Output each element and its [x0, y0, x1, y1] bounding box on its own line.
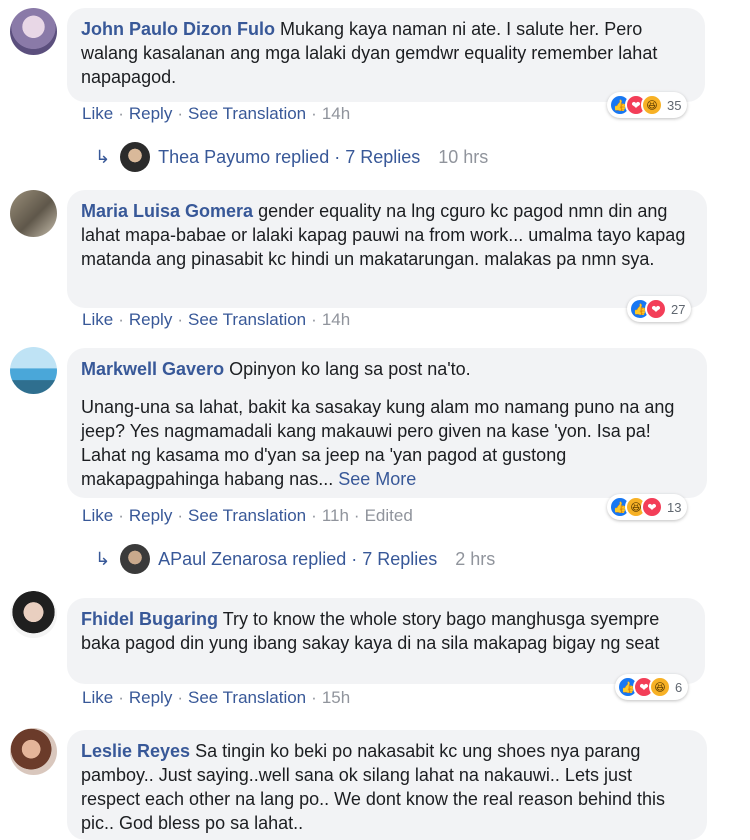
reply-count[interactable]: 7 Replies — [345, 147, 420, 168]
reaction-count: 27 — [671, 301, 686, 317]
comment-actions: Like · Reply · See Translation · 15h — [82, 688, 350, 708]
like-link[interactable]: Like — [82, 104, 113, 123]
reply-count[interactable]: 7 Replies — [362, 549, 437, 570]
timestamp[interactable]: 14h — [322, 104, 350, 123]
comment-author[interactable]: John Paulo Dizon Fulo — [81, 19, 275, 39]
timestamp[interactable]: 11h — [322, 506, 349, 525]
reply-link[interactable]: Reply — [129, 310, 172, 329]
avatar[interactable] — [10, 8, 57, 55]
reply-arrow-icon: ↳ — [95, 146, 111, 167]
reaction-summary[interactable]: 👍 ❤ 27 — [627, 296, 692, 322]
comment-bubble: John Paulo Dizon Fulo Mukang kaya naman … — [67, 8, 705, 102]
separator: · — [118, 310, 124, 329]
comment-bubble: Fhidel Bugaring Try to know the whole st… — [67, 598, 705, 684]
comment-author[interactable]: Maria Luisa Gomera — [81, 201, 253, 221]
see-translation-link[interactable]: See Translation — [188, 104, 306, 123]
love-icon: ❤ — [641, 496, 663, 518]
separator: · — [118, 506, 124, 525]
separator: · — [177, 104, 183, 123]
comment-first-line: Markwell Gavero Opinyon ko lang sa post … — [81, 357, 693, 381]
comment-bubble: Markwell Gavero Opinyon ko lang sa post … — [67, 348, 707, 498]
avatar[interactable] — [10, 347, 57, 394]
reply-link[interactable]: Reply — [129, 104, 172, 123]
comment-author[interactable]: Markwell Gavero — [81, 359, 224, 379]
separator: · — [311, 506, 317, 525]
separator: · — [353, 506, 360, 525]
haha-icon: 😆 — [649, 676, 671, 698]
avatar[interactable] — [10, 728, 57, 775]
comment-author[interactable]: Leslie Reyes — [81, 741, 190, 761]
separator: · — [311, 104, 317, 123]
see-more-link[interactable]: See More — [338, 469, 416, 489]
separator: · — [311, 310, 317, 329]
reply-arrow-icon: ↳ — [95, 548, 111, 569]
reply-link[interactable]: Reply — [129, 688, 172, 707]
reply-time: 10 hrs — [438, 146, 489, 167]
reaction-count: 6 — [675, 679, 683, 695]
reaction-summary[interactable]: 👍 😆 ❤ 13 — [607, 494, 688, 520]
reply-link[interactable]: Reply — [129, 506, 172, 525]
reply-avatar — [120, 142, 151, 172]
reaction-count: 13 — [667, 499, 682, 515]
comment-actions: Like · Reply · See Translation · 14h — [82, 104, 350, 124]
reaction-summary[interactable]: 👍 ❤ 😆 35 — [607, 92, 688, 118]
separator: · — [351, 548, 358, 569]
haha-icon: 😆 — [641, 94, 663, 116]
like-link[interactable]: Like — [82, 310, 113, 329]
love-icon: ❤ — [645, 298, 667, 320]
comment-text: Opinyon ko lang sa post na'to. — [229, 359, 471, 379]
edited-label[interactable]: Edited — [365, 506, 413, 525]
comment-actions: Like · Reply · See Translation · 11h · Edited — [82, 506, 413, 526]
avatar[interactable] — [10, 190, 57, 237]
see-translation-link[interactable]: See Translation — [188, 310, 306, 329]
like-link[interactable]: Like — [82, 688, 113, 707]
reply-author[interactable]: APaul Zenarosa — [158, 549, 287, 570]
timestamp[interactable]: 15h — [322, 688, 350, 707]
replied-label: replied — [275, 146, 330, 167]
comment-actions: Like · Reply · See Translation · 14h — [82, 310, 350, 330]
comment-bubble: Maria Luisa Gomera gender equality na ln… — [67, 190, 707, 308]
avatar[interactable] — [10, 591, 57, 638]
reply-time: 2 hrs — [455, 548, 496, 569]
reply-avatar — [120, 544, 151, 574]
reaction-summary[interactable]: 👍 ❤ 😆 6 — [615, 674, 689, 700]
timestamp[interactable]: 14h — [322, 310, 350, 329]
see-translation-link[interactable]: See Translation — [188, 688, 306, 707]
comment-bubble: Leslie Reyes Sa tingin ko beki po nakasa… — [67, 730, 707, 840]
replied-label: replied — [292, 548, 347, 569]
see-translation-link[interactable]: See Translation — [188, 506, 306, 525]
replies-link[interactable]: ↳ Thea Payumo replied · 7 Replies 10 hrs — [95, 142, 488, 172]
replies-link[interactable]: ↳ APaul Zenarosa replied · 7 Replies 2 hrs — [95, 544, 495, 574]
separator: · — [118, 688, 124, 707]
reaction-count: 35 — [667, 97, 682, 113]
comment-paragraph: Unang-una sa lahat, bakit ka sasakay kun… — [81, 395, 693, 491]
reply-author[interactable]: Thea Payumo — [158, 147, 270, 168]
separator: · — [311, 688, 317, 707]
comment-author[interactable]: Fhidel Bugaring — [81, 609, 218, 629]
separator: · — [334, 146, 341, 167]
separator: · — [118, 104, 124, 123]
separator: · — [177, 310, 183, 329]
like-link[interactable]: Like — [82, 506, 113, 525]
separator: · — [177, 506, 183, 525]
separator: · — [177, 688, 183, 707]
